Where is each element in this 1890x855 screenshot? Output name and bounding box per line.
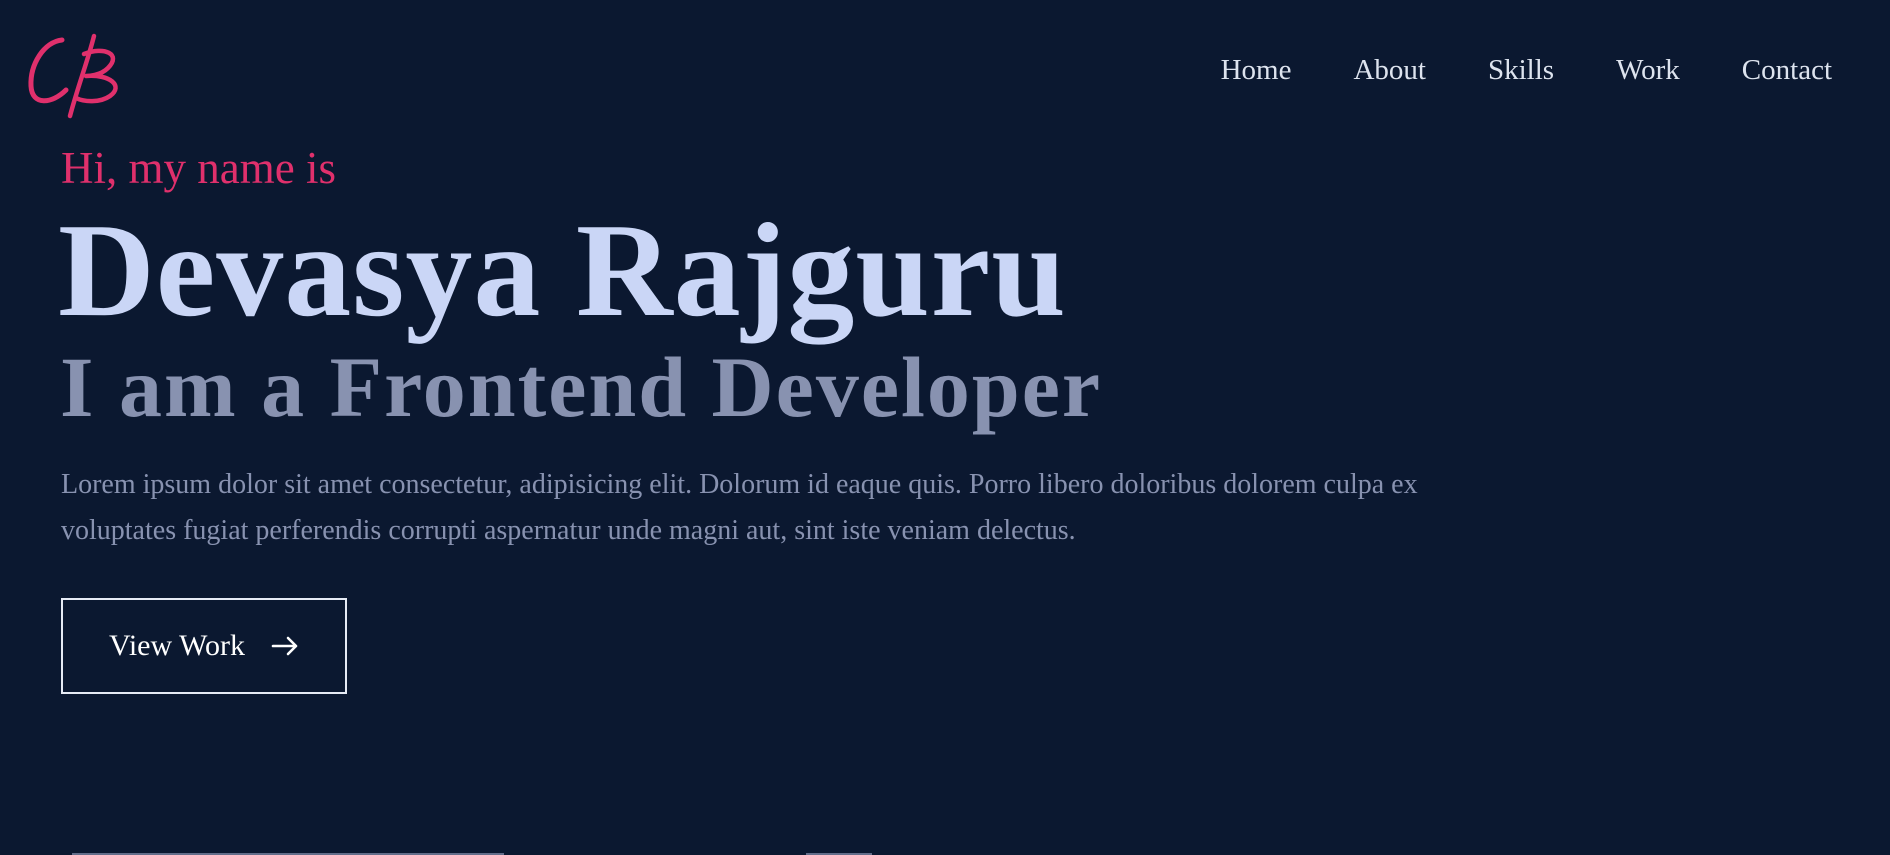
view-work-label: View Work <box>108 629 246 662</box>
handwritten-initials-logo-icon <box>28 33 118 119</box>
logo[interactable] <box>26 30 130 120</box>
main-nav: Home About Skills Work Contact <box>1159 56 1832 85</box>
arrow-right-icon <box>271 636 298 656</box>
nav-item-skills[interactable]: Skills <box>1488 56 1554 85</box>
hero-role: I am a Frontend Developer <box>60 339 1103 435</box>
nav-item-contact[interactable]: Contact <box>1742 56 1832 85</box>
hero-name: Devasya Rajguru <box>58 196 1067 344</box>
view-work-button[interactable]: View Work <box>61 598 347 694</box>
nav-item-home[interactable]: Home <box>1221 56 1292 85</box>
nav-item-work[interactable]: Work <box>1616 56 1680 85</box>
nav-item-about[interactable]: About <box>1353 56 1426 85</box>
hero-greeting: Hi, my name is <box>61 143 336 193</box>
hero-intro: Lorem ipsum dolor sit amet consectetur, … <box>61 469 1418 546</box>
